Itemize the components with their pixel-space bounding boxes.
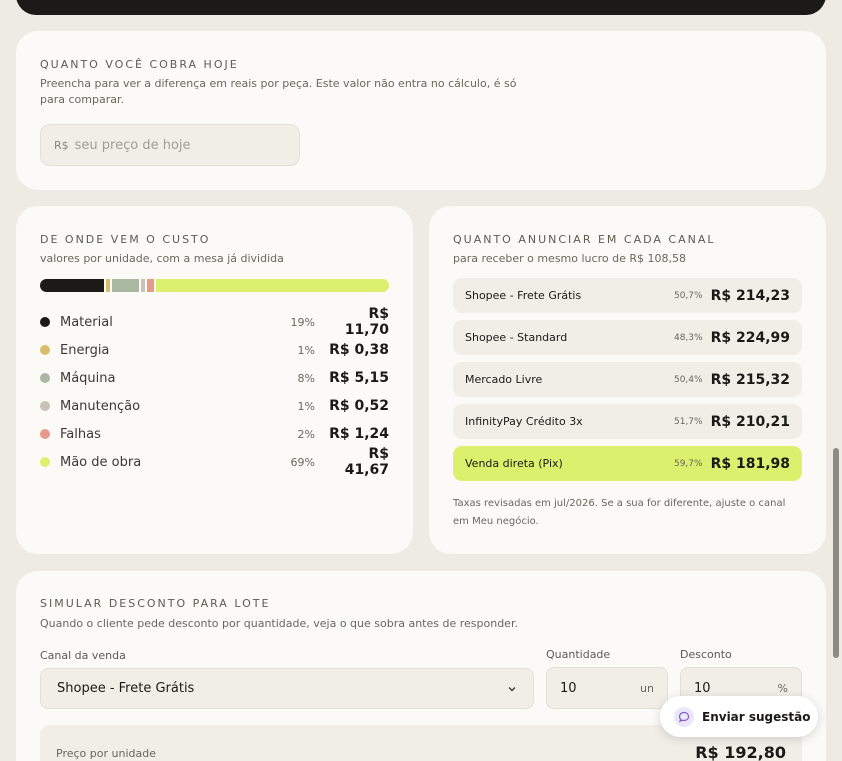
quantity-value: 10 <box>560 680 577 696</box>
current-price-title: QUANTO VOCÊ COBRA HOJE <box>40 58 239 71</box>
cost-percent: 19% <box>290 315 315 329</box>
cost-breakdown-subtitle: valores por unidade, com a mesa já divid… <box>40 252 284 265</box>
cost-value: R$ 5,15 <box>329 370 389 386</box>
channel-name: Venda direta (Pix) <box>465 457 563 470</box>
currency-prefix: R$ <box>54 138 69 152</box>
cost-value: R$ 41,67 <box>344 446 389 478</box>
cost-row: Mão de obra 69% R$ 41,67 <box>40 446 389 478</box>
top-header-bar <box>16 0 826 15</box>
cost-bar-segment <box>147 279 157 292</box>
chat-bubble-icon <box>674 706 694 727</box>
channel-pricing-title: QUANTO ANUNCIAR EM CADA CANAL <box>453 233 716 246</box>
discount-label: Desconto <box>680 648 732 661</box>
batch-discount-title: SIMULAR DESCONTO PARA LOTE <box>40 597 271 610</box>
batch-discount-subtitle: Quando o cliente pede desconto por quant… <box>40 617 518 630</box>
cost-value: R$ 0,52 <box>329 398 389 414</box>
cost-breakdown-title: DE ONDE VEM O CUSTO <box>40 233 211 246</box>
cost-row: Energia 1% R$ 0,38 <box>40 336 389 364</box>
cost-percent: 1% <box>297 343 315 357</box>
cost-row: Falhas 2% R$ 1,24 <box>40 420 389 448</box>
cost-value: R$ 1,24 <box>329 426 389 442</box>
cost-bar-segment <box>112 279 142 292</box>
channel-row[interactable]: Mercado Livre 50,4% R$ 215,32 <box>453 362 802 397</box>
cost-value: R$ 0,38 <box>329 342 389 358</box>
cost-name: Manutenção <box>60 398 141 414</box>
cost-bar-segment <box>156 279 389 292</box>
channel-pricing-subtitle: para receber o mesmo lucro de R$ 108,58 <box>453 252 686 265</box>
cost-stacked-bar <box>40 279 389 292</box>
cost-bar-segment <box>40 279 107 292</box>
channel-name: Mercado Livre <box>465 373 543 386</box>
send-suggestion-label: Enviar sugestão <box>702 709 811 724</box>
sales-channel-label: Canal da venda <box>40 649 126 662</box>
cost-name: Energia <box>60 342 110 358</box>
channel-price: R$ 210,21 <box>710 413 790 430</box>
fees-note: Taxas revisadas em jul/2026. Se a sua fo… <box>453 498 786 527</box>
current-price-card: QUANTO VOCÊ COBRA HOJE Preencha para ver… <box>16 31 826 190</box>
channel-row[interactable]: Venda direta (Pix) 59,7% R$ 181,98 <box>453 446 802 481</box>
cost-color-dot <box>40 429 50 439</box>
cost-color-dot <box>40 401 50 411</box>
send-suggestion-button[interactable]: Enviar sugestão <box>660 696 818 737</box>
quantity-input[interactable]: 10 un <box>546 667 668 709</box>
sales-channel-select[interactable]: Shopee - Frete Grátis <box>40 668 534 709</box>
channel-name: InfinityPay Crédito 3x <box>465 415 583 428</box>
cost-color-dot <box>40 317 50 327</box>
cost-color-dot <box>40 373 50 383</box>
cost-percent: 69% <box>290 455 315 469</box>
cost-name: Mão de obra <box>60 454 142 470</box>
cost-name: Falhas <box>60 426 101 442</box>
chevron-down-icon <box>508 686 516 691</box>
cost-row: Máquina 8% R$ 5,15 <box>40 364 389 392</box>
current-price-description: Preencha para ver a diferença em reais p… <box>40 77 517 106</box>
channel-price: R$ 215,32 <box>710 371 790 388</box>
current-price-placeholder: seu preço de hoje <box>74 137 191 153</box>
cost-percent: 2% <box>297 427 315 441</box>
current-price-input[interactable]: R$ seu preço de hoje <box>40 124 300 166</box>
channel-fee-percent: 48,3% <box>673 332 703 343</box>
channel-price: R$ 214,23 <box>710 287 790 304</box>
unit-price-label: Preço por unidade <box>56 747 156 760</box>
unit-price-value: R$ 192,80 <box>695 743 786 761</box>
channel-price: R$ 181,98 <box>710 455 790 472</box>
cost-row: Manutenção 1% R$ 0,52 <box>40 392 389 420</box>
cost-row: Material 19% R$ 11,70 <box>40 306 389 338</box>
discount-value: 10 <box>694 680 711 696</box>
cost-list: Material 19% R$ 11,70 Energia 1% R$ 0,38 Máqui… <box>40 306 389 478</box>
channel-name: Shopee - Standard <box>465 331 568 344</box>
channel-pricing-card: QUANTO ANUNCIAR EM CADA CANAL para receb… <box>429 206 826 554</box>
channel-row[interactable]: InfinityPay Crédito 3x 51,7% R$ 210,21 <box>453 404 802 439</box>
channel-row[interactable]: Shopee - Frete Grátis 50,7% R$ 214,23 <box>453 278 802 313</box>
cost-color-dot <box>40 457 50 467</box>
channel-fee-percent: 50,7% <box>673 290 703 301</box>
cost-breakdown-card: DE ONDE VEM O CUSTO valores por unidade,… <box>16 206 413 554</box>
channel-list: Shopee - Frete Grátis 50,7% R$ 214,23 Shope… <box>453 278 802 488</box>
channel-fee-percent: 59,7% <box>673 458 703 469</box>
sales-channel-value: Shopee - Frete Grátis <box>57 681 195 696</box>
quantity-label: Quantidade <box>546 648 611 661</box>
channel-fee-percent: 51,7% <box>673 416 703 427</box>
discount-unit: % <box>777 681 788 695</box>
cost-name: Material <box>60 314 113 330</box>
channel-name: Shopee - Frete Grátis <box>465 289 582 302</box>
cost-name: Máquina <box>60 370 116 386</box>
channel-price: R$ 224,99 <box>710 329 790 346</box>
channel-fee-percent: 50,4% <box>673 374 703 385</box>
cost-color-dot <box>40 345 50 355</box>
page-scrollbar[interactable] <box>833 448 839 658</box>
quantity-unit: un <box>640 681 654 695</box>
channel-row[interactable]: Shopee - Standard 48,3% R$ 224,99 <box>453 320 802 355</box>
cost-percent: 8% <box>297 371 315 385</box>
cost-percent: 1% <box>297 399 315 413</box>
cost-value: R$ 11,70 <box>344 306 389 338</box>
